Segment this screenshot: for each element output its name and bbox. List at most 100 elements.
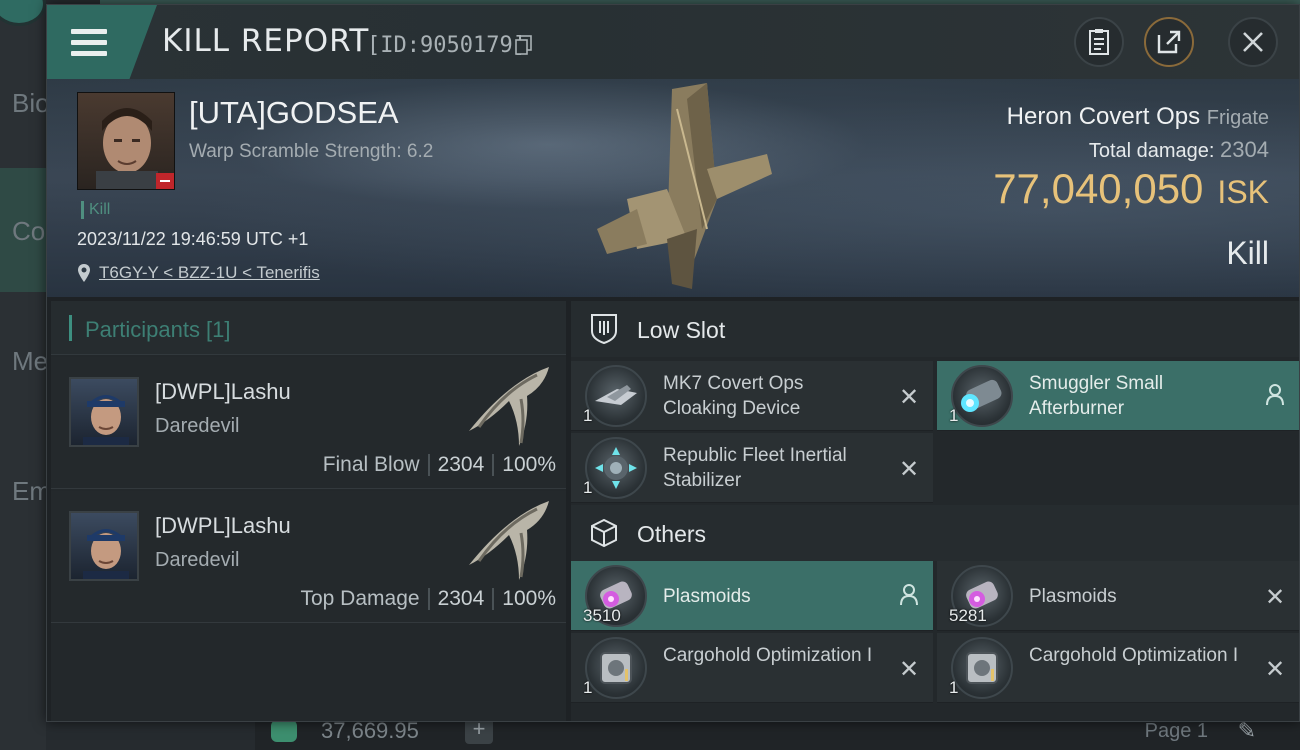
menu-button[interactable] <box>47 5 157 79</box>
divider <box>427 454 430 477</box>
item-quantity: 1 <box>583 678 593 697</box>
dropped-person-icon <box>1266 384 1284 406</box>
window-title: KILL REPORT <box>162 23 370 59</box>
participant-name[interactable]: [DWPL]Lashu <box>155 379 291 405</box>
low-slot-icon <box>591 314 617 345</box>
others-header: Others <box>571 505 1299 561</box>
item-name: Cargohold Optimization I <box>1029 645 1239 666</box>
warp-scramble-strength: Warp Scramble Strength: 6.2 <box>189 141 434 162</box>
page-indicator: Page 1 <box>1144 720 1208 742</box>
victim-banner: [UTA]GODSEA Warp Scramble Strength: 6.2 … <box>47 79 1299 297</box>
app-logo[interactable] <box>0 0 46 26</box>
share-icon <box>1157 30 1181 54</box>
divider <box>427 588 430 611</box>
divider <box>492 588 495 611</box>
destroyed-icon: ✕ <box>1265 656 1286 683</box>
item-quantity: 5281 <box>949 606 987 625</box>
destroyed-icon: ✕ <box>899 384 920 411</box>
kill-timestamp: 2023/11/22 19:46:59 UTC +1 <box>77 229 309 249</box>
ship-image <box>597 83 772 289</box>
participants-header-accent <box>69 315 72 341</box>
title-bar: KILL REPORT [ID:9050179] <box>47 5 1299 79</box>
low-slot-header: Low Slot <box>571 301 1299 357</box>
victim-name[interactable]: [UTA]GODSEA <box>189 95 399 131</box>
report-button[interactable] <box>1074 17 1124 67</box>
participant-damage: 2304 <box>437 453 485 476</box>
cloaking-device-icon <box>585 365 647 427</box>
victim-ship-name: Heron Covert Ops <box>1006 103 1201 130</box>
divider <box>492 454 495 477</box>
cargohold-optimization-icon <box>951 637 1013 699</box>
isk-amount: 77,040,050 <box>993 165 1204 212</box>
participant-row[interactable]: [DWPL]Lashu Daredevil Final Blow 2304 100% <box>51 357 566 489</box>
cargo-box-icon <box>591 518 617 548</box>
victim-portrait[interactable] <box>77 92 175 190</box>
total-damage-value: 2304 <box>1220 137 1269 162</box>
background-sidebar-item[interactable]: Bio <box>12 88 50 119</box>
item-name: Republic Fleet Inertial Stabilizer <box>663 445 847 491</box>
item-row[interactable]: 1 Smuggler Small Afterburner <box>937 361 1299 431</box>
location-pin-icon <box>78 264 90 282</box>
item-quantity: 1 <box>949 406 959 425</box>
participant-portrait[interactable] <box>69 377 139 447</box>
low-slot-title: Low Slot <box>637 317 726 343</box>
dropped-person-icon <box>900 584 918 606</box>
participants-header: Participants [1] <box>51 301 566 355</box>
report-result: Kill <box>1226 235 1269 271</box>
participant-stats: Final Blow 2304 100% <box>323 453 556 477</box>
isk-value: 77,040,050 ISK <box>993 165 1269 213</box>
clipboard-icon <box>1089 29 1109 55</box>
item-name: Plasmoids <box>1029 586 1117 607</box>
afterburner-icon <box>951 365 1013 427</box>
copy-icon[interactable] <box>515 35 533 55</box>
participant-damage: 2304 <box>437 587 485 610</box>
participant-portrait[interactable] <box>69 511 139 581</box>
cargohold-optimization-icon <box>585 637 647 699</box>
hamburger-icon <box>71 29 107 56</box>
destroyed-icon: ✕ <box>1265 584 1286 611</box>
kill-location-link[interactable]: T6GY-Y < BZZ-1U < Tenerifis <box>99 263 320 283</box>
item-name: Smuggler Small Afterburner <box>1029 373 1164 419</box>
victim-ship[interactable]: Heron Covert Ops Frigate <box>1007 103 1269 131</box>
item-row[interactable]: 1 Republic Fleet Inertial Stabilizer ✕ <box>571 433 933 503</box>
item-quantity: 1 <box>949 678 959 697</box>
item-row[interactable]: 1 Cargohold Optimization I ✕ <box>937 633 1299 703</box>
items-panel: Low Slot 1 MK7 Covert Ops Cloaking Devic… <box>571 301 1299 721</box>
report-id: [ID:9050179] <box>367 33 526 58</box>
participant-ship-image <box>469 367 549 446</box>
item-row[interactable]: 3510 Plasmoids <box>571 561 933 631</box>
kill-report-window: KILL REPORT [ID:9050179] [UTA]GODSEA War… <box>46 4 1300 722</box>
total-damage: Total damage: 2304 <box>1089 137 1269 163</box>
participant-row[interactable]: [DWPL]Lashu Daredevil Top Damage 2304 100% <box>51 491 566 623</box>
participant-ship: Daredevil <box>155 549 240 571</box>
currency-icon <box>271 720 297 742</box>
item-row[interactable]: 1 MK7 Covert Ops Cloaking Device ✕ <box>571 361 933 431</box>
destroyed-icon: ✕ <box>899 456 920 483</box>
close-button[interactable] <box>1228 17 1278 67</box>
item-row[interactable]: 5281 Plasmoids ✕ <box>937 561 1299 631</box>
participant-percent: 100% <box>502 587 556 610</box>
participant-face-image <box>83 529 129 579</box>
participant-name[interactable]: [DWPL]Lashu <box>155 513 291 539</box>
others-title: Others <box>637 521 707 547</box>
participant-stats: Top Damage 2304 100% <box>300 587 556 611</box>
participants-panel: Participants [1] [DWPL]Lashu Daredevil F… <box>51 301 566 721</box>
item-name: MK7 Covert Ops Cloaking Device <box>663 373 804 419</box>
total-damage-label: Total damage: <box>1088 140 1215 162</box>
item-quantity: 1 <box>583 406 593 425</box>
victim-ship-class: Frigate <box>1206 107 1269 129</box>
background-sidebar-item[interactable]: Co <box>12 216 45 247</box>
item-name: Plasmoids <box>663 586 751 607</box>
kill-type-tag: Kill <box>81 201 110 219</box>
inertial-stabilizer-icon <box>585 437 647 499</box>
item-row[interactable]: 1 Cargohold Optimization I ✕ <box>571 633 933 703</box>
standing-flag-icon <box>156 173 174 189</box>
close-icon <box>1243 32 1263 52</box>
participant-ship: Daredevil <box>155 415 240 437</box>
item-name: Cargohold Optimization I <box>663 645 873 666</box>
participant-ship-image <box>469 501 549 580</box>
participant-role: Top Damage <box>300 587 420 610</box>
destroyed-icon: ✕ <box>899 656 920 683</box>
share-button[interactable] <box>1144 17 1194 67</box>
background-sidebar-item[interactable]: Me <box>12 346 48 377</box>
